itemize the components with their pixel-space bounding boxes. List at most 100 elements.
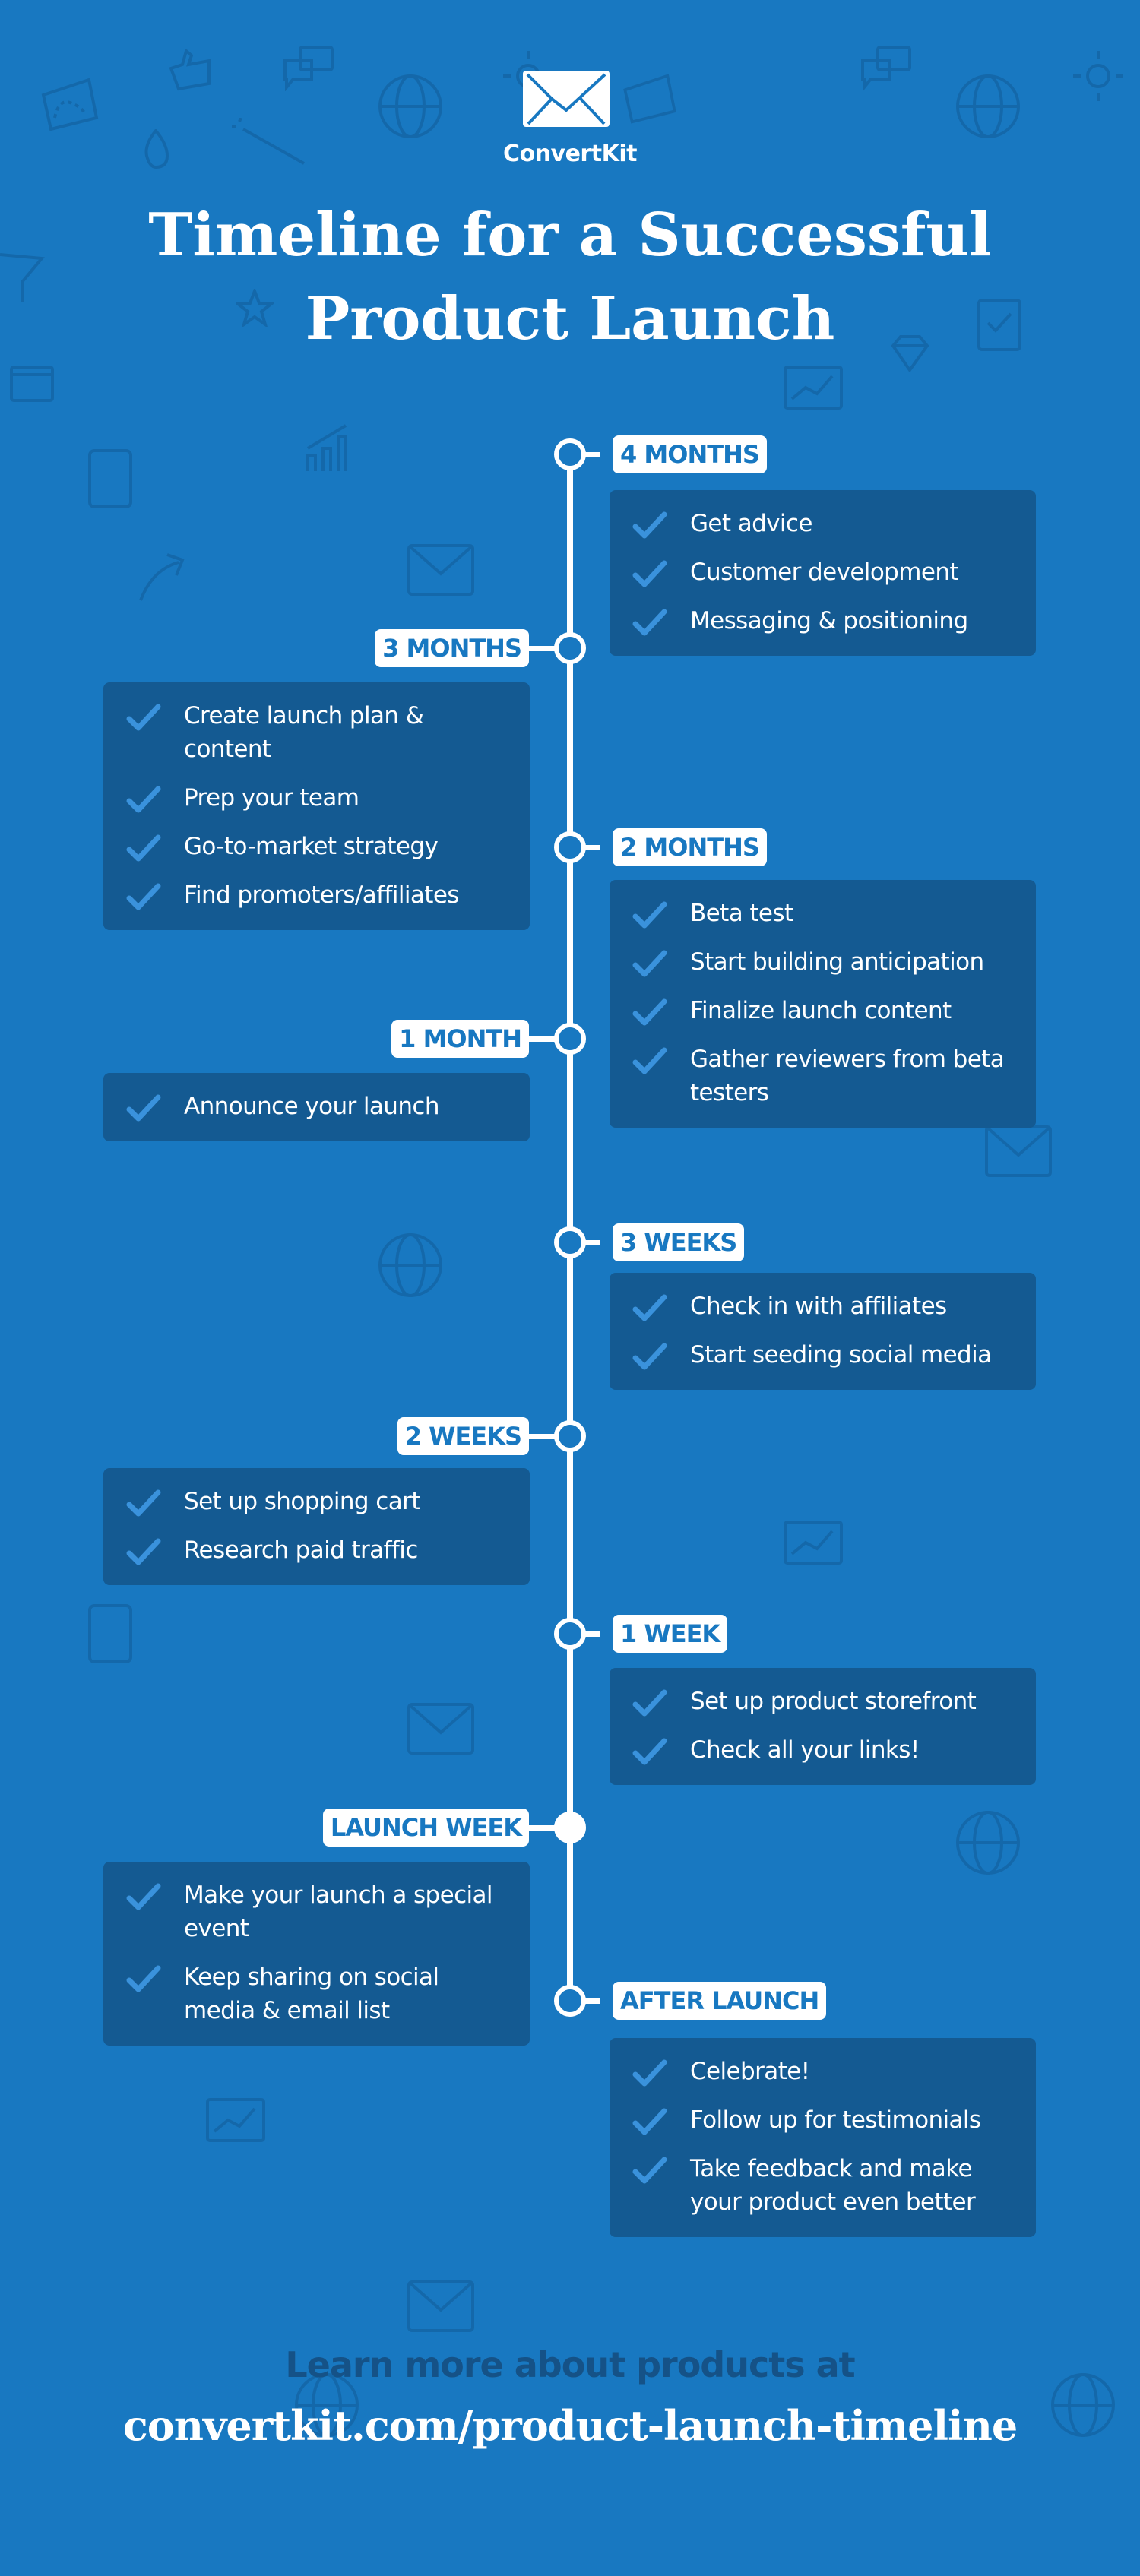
checkmark-icon: [632, 1338, 667, 1372]
map-icon: [41, 78, 99, 131]
title-line-1: Timeline for a Successful: [148, 201, 992, 270]
task-text: Messaging & positioning: [690, 607, 968, 635]
task-card: Create launch plan & content Prep your te…: [103, 682, 530, 930]
task-text: Follow up for testimonials: [690, 2106, 981, 2134]
task-item: Create launch plan & content: [126, 699, 507, 766]
task-item: Start building anticipation: [632, 945, 1013, 979]
timeline-connector: [585, 1240, 600, 1245]
task-text: Make your launch a special event: [184, 1881, 493, 1942]
envelope-doodle-icon-4: [407, 2280, 474, 2332]
footer-link[interactable]: convertkit.com/product-launch-timeline: [0, 2401, 1140, 2450]
timeline-node: [554, 632, 586, 664]
checkmark-icon: [632, 604, 667, 638]
milestone-tag: 4 MONTHS: [613, 435, 767, 473]
task-item: Finalize launch content: [632, 994, 1013, 1027]
brand-name: ConvertKit: [503, 141, 637, 167]
task-card: Celebrate! Follow up for testimonials Take…: [610, 2038, 1036, 2237]
timeline-connector: [585, 1998, 600, 2004]
task-item: Keep sharing on social media & email lis…: [126, 1960, 507, 2027]
task-text: Check in with affiliates: [690, 1293, 947, 1320]
task-text: Keep sharing on social media & email lis…: [184, 1964, 439, 2024]
task-text: Start seeding social media: [690, 1341, 992, 1369]
task-text: Beta test: [690, 900, 793, 927]
title-line-2: Product Launch: [305, 284, 835, 353]
task-text: Create launch plan & content: [184, 702, 424, 763]
task-item: Set up shopping cart: [126, 1485, 507, 1518]
envelope-icon: [523, 71, 610, 127]
checkmark-icon: [126, 878, 161, 912]
timeline-connector: [585, 452, 600, 457]
checkmark-icon: [632, 1290, 667, 1323]
timeline-connector: [585, 845, 600, 850]
task-text: Celebrate!: [690, 2058, 810, 2085]
checkmark-icon: [126, 699, 161, 733]
task-text: Gather reviewers from beta testers: [690, 1046, 1005, 1106]
chart-icon-3: [206, 2098, 265, 2142]
timeline-node: [554, 1985, 586, 2017]
milestone-tag: 1 WEEK: [613, 1615, 728, 1653]
timeline-node: [554, 1618, 586, 1650]
milestone-tag: LAUNCH WEEK: [322, 1809, 529, 1847]
timeline-node: [554, 1226, 586, 1258]
task-text: Take feedback and make your product even…: [690, 2155, 976, 2216]
task-text: Go-to-market strategy: [184, 833, 439, 860]
task-card: Set up product storefront Check all your …: [610, 1668, 1036, 1785]
checkmark-icon: [632, 555, 667, 589]
task-text: Find promoters/affiliates: [184, 881, 459, 909]
tablet-icon: [88, 449, 132, 508]
arrow-icon: [139, 553, 185, 601]
task-card: Check in with affiliates Start seeding so…: [610, 1273, 1036, 1390]
checkmark-icon: [632, 2103, 667, 2137]
envelope-doodle-icon-3: [407, 1703, 474, 1755]
checkmark-icon: [126, 830, 161, 863]
milestone-tag: AFTER LAUNCH: [613, 1982, 827, 2020]
task-item: Prep your team: [126, 781, 507, 815]
task-item: Celebrate!: [632, 2055, 1013, 2088]
task-item: Start seeding social media: [632, 1338, 1013, 1372]
milestone-tag: 2 MONTHS: [613, 828, 767, 866]
timeline-connector: [527, 1434, 556, 1439]
task-item: Make your launch a special event: [126, 1878, 507, 1945]
task-item: Gather reviewers from beta testers: [632, 1043, 1013, 1109]
timeline-connector: [527, 1036, 556, 1042]
task-item: Announce your launch: [126, 1090, 507, 1123]
chart-icon: [784, 366, 843, 410]
sun-icon-2: [1073, 51, 1123, 101]
timeline-node: [554, 831, 586, 863]
checkmark-icon: [126, 1878, 161, 1912]
task-text: Set up product storefront: [690, 1688, 977, 1715]
task-text: Customer development: [690, 559, 959, 586]
task-item: Set up product storefront: [632, 1685, 1013, 1718]
checkmark-icon: [126, 781, 161, 815]
tablet-icon-2: [88, 1604, 132, 1663]
task-item: Check in with affiliates: [632, 1290, 1013, 1323]
map-icon-2: [623, 74, 676, 124]
globe-icon: [378, 74, 442, 138]
checkmark-icon: [632, 1733, 667, 1767]
task-item: Customer development: [632, 555, 1013, 589]
thumbs-up-icon: [169, 49, 211, 91]
timeline-node: [554, 1420, 586, 1452]
timeline-connector: [585, 1631, 600, 1637]
milestone-tag: 3 WEEKS: [613, 1223, 745, 1261]
footer-cta-text: Learn more about products at: [285, 2344, 855, 2385]
checkmark-icon: [632, 1043, 667, 1076]
task-item: Find promoters/affiliates: [126, 878, 507, 912]
task-card: Beta test Start building anticipation Fina…: [610, 880, 1036, 1128]
globe-icon-4: [956, 1811, 1020, 1875]
milestone-tag: 2 WEEKS: [397, 1417, 529, 1455]
task-item: Go-to-market strategy: [126, 830, 507, 863]
task-card: Make your launch a special event Keep sha…: [103, 1862, 530, 2046]
milestone-tag: 1 MONTH: [391, 1020, 529, 1058]
task-item: Take feedback and make your product even…: [632, 2152, 1013, 2219]
checkmark-icon: [632, 994, 667, 1027]
task-text: Get advice: [690, 510, 812, 537]
task-card: Set up shopping cart Research paid traffi…: [103, 1468, 530, 1585]
checkmark-icon: [126, 1090, 161, 1123]
checkmark-icon: [126, 1485, 161, 1518]
checkmark-icon: [632, 2055, 667, 2088]
browser-icon: [10, 366, 54, 402]
task-text: Prep your team: [184, 784, 359, 812]
checkmark-icon: [126, 1960, 161, 1994]
task-text: Start building anticipation: [690, 948, 984, 976]
